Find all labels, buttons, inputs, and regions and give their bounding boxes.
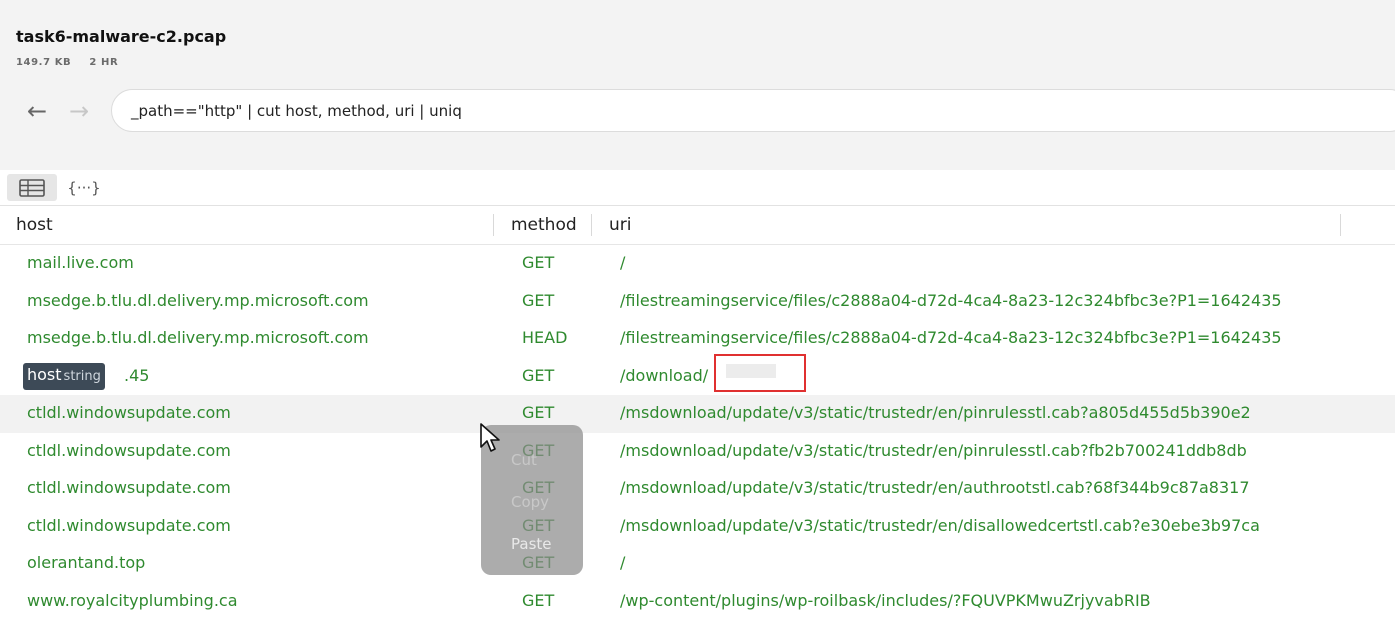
host-cell[interactable]: www.royalcityplumbing.ca bbox=[27, 591, 497, 610]
method-cell[interactable]: GET bbox=[522, 403, 602, 422]
host-cell[interactable]: ctldl.windowsupdate.com bbox=[27, 441, 497, 460]
host-cell[interactable]: ctldl.windowsupdate.com bbox=[27, 516, 497, 535]
results-table-body: mail.live.com GET / msedge.b.tlu.dl.deli… bbox=[0, 245, 1395, 620]
mouse-pointer-icon bbox=[480, 423, 500, 452]
uri-cell[interactable]: /msdownload/update/v3/static/trustedr/en… bbox=[620, 516, 1360, 535]
host-cell[interactable]: ctldl.windowsupdate.com bbox=[27, 403, 497, 422]
method-cell[interactable]: GET bbox=[522, 366, 602, 385]
method-cell[interactable]: HEAD bbox=[522, 328, 602, 347]
top-bar: task6-malware-c2.pcap 149.7 KB 2 HR ← → … bbox=[0, 0, 1395, 170]
uri-cell[interactable]: /filestreamingservice/files/c2888a04-d72… bbox=[620, 291, 1360, 310]
table-view-button[interactable] bbox=[7, 174, 57, 201]
method-cell[interactable]: GET bbox=[522, 291, 602, 310]
table-row[interactable]: olerantand.top GET / bbox=[0, 545, 1395, 583]
file-title: task6-malware-c2.pcap bbox=[16, 27, 227, 46]
file-size: 149.7 KB bbox=[16, 57, 72, 68]
table-row[interactable]: www.royalcityplumbing.ca GET /wp-content… bbox=[0, 583, 1395, 621]
query-text: _path=="http" | cut host, method, uri | … bbox=[131, 101, 462, 120]
table-row[interactable]: mail.live.com GET / bbox=[0, 245, 1395, 283]
back-arrow-icon[interactable]: ← bbox=[20, 95, 54, 127]
uri-cell[interactable]: /msdownload/update/v3/static/trustedr/en… bbox=[620, 441, 1360, 460]
context-menu-cut[interactable]: Cut bbox=[511, 451, 537, 469]
tooltip-field-name: host bbox=[27, 365, 62, 384]
context-menu-copy[interactable]: Copy bbox=[511, 493, 549, 511]
column-resize-handle[interactable] bbox=[591, 214, 592, 236]
host-cell[interactable]: msedge.b.tlu.dl.delivery.mp.microsoft.co… bbox=[27, 328, 497, 347]
method-cell[interactable]: GET bbox=[522, 591, 602, 610]
host-cell[interactable]: msedge.b.tlu.dl.delivery.mp.microsoft.co… bbox=[27, 291, 497, 310]
column-resize-handle[interactable] bbox=[1340, 214, 1341, 236]
query-input[interactable]: _path=="http" | cut host, method, uri | … bbox=[111, 89, 1395, 132]
file-meta: 149.7 KB 2 HR bbox=[16, 57, 132, 68]
table-row[interactable]: ctldl.windowsupdate.com GET /msdownload/… bbox=[0, 508, 1395, 546]
uri-cell[interactable]: /wp-content/plugins/wp-roilbask/includes… bbox=[620, 591, 1360, 610]
method-cell[interactable]: GET bbox=[522, 253, 602, 272]
table-row[interactable]: ctldl.windowsupdate.com GET /msdownload/… bbox=[0, 395, 1395, 433]
table-row[interactable]: msedge.b.tlu.dl.delivery.mp.microsoft.co… bbox=[0, 283, 1395, 321]
json-view-button[interactable]: {···} bbox=[64, 174, 104, 201]
table-row[interactable]: .45 GET /download/ bbox=[0, 358, 1395, 396]
column-header-uri[interactable]: uri bbox=[609, 215, 632, 235]
view-toolbar: {···} bbox=[0, 170, 1395, 206]
uri-cell[interactable]: /filestreamingservice/files/c2888a04-d72… bbox=[620, 328, 1360, 347]
column-header-method[interactable]: method bbox=[511, 215, 577, 235]
context-menu-paste[interactable]: Paste bbox=[511, 535, 552, 553]
uri-cell[interactable]: / bbox=[620, 253, 1360, 272]
forward-arrow-icon[interactable]: → bbox=[62, 95, 96, 127]
uri-cell[interactable]: /msdownload/update/v3/static/trustedr/en… bbox=[620, 403, 1360, 422]
host-cell[interactable]: ctldl.windowsupdate.com bbox=[27, 478, 497, 497]
tooltip-field-type: string bbox=[63, 369, 101, 384]
uri-cell[interactable]: / bbox=[620, 553, 1360, 572]
file-duration: 2 HR bbox=[89, 57, 119, 68]
app-window: task6-malware-c2.pcap 149.7 KB 2 HR ← → … bbox=[0, 0, 1395, 638]
host-cell[interactable]: olerantand.top bbox=[27, 553, 497, 572]
results-table-header: host method uri bbox=[0, 206, 1395, 245]
redacted-text-block bbox=[726, 364, 776, 378]
uri-cell[interactable]: /msdownload/update/v3/static/trustedr/en… bbox=[620, 478, 1360, 497]
table-icon bbox=[19, 178, 45, 197]
json-braces-icon: {···} bbox=[67, 178, 101, 197]
column-header-host[interactable]: host bbox=[16, 215, 53, 235]
table-row[interactable]: ctldl.windowsupdate.com GET /msdownload/… bbox=[0, 433, 1395, 471]
column-type-tooltip: host string bbox=[23, 363, 105, 390]
host-cell[interactable]: mail.live.com bbox=[27, 253, 497, 272]
column-resize-handle[interactable] bbox=[493, 214, 494, 236]
table-row[interactable]: ctldl.windowsupdate.com GET /msdownload/… bbox=[0, 470, 1395, 508]
redaction-box bbox=[714, 354, 806, 392]
table-row[interactable]: msedge.b.tlu.dl.delivery.mp.microsoft.co… bbox=[0, 320, 1395, 358]
